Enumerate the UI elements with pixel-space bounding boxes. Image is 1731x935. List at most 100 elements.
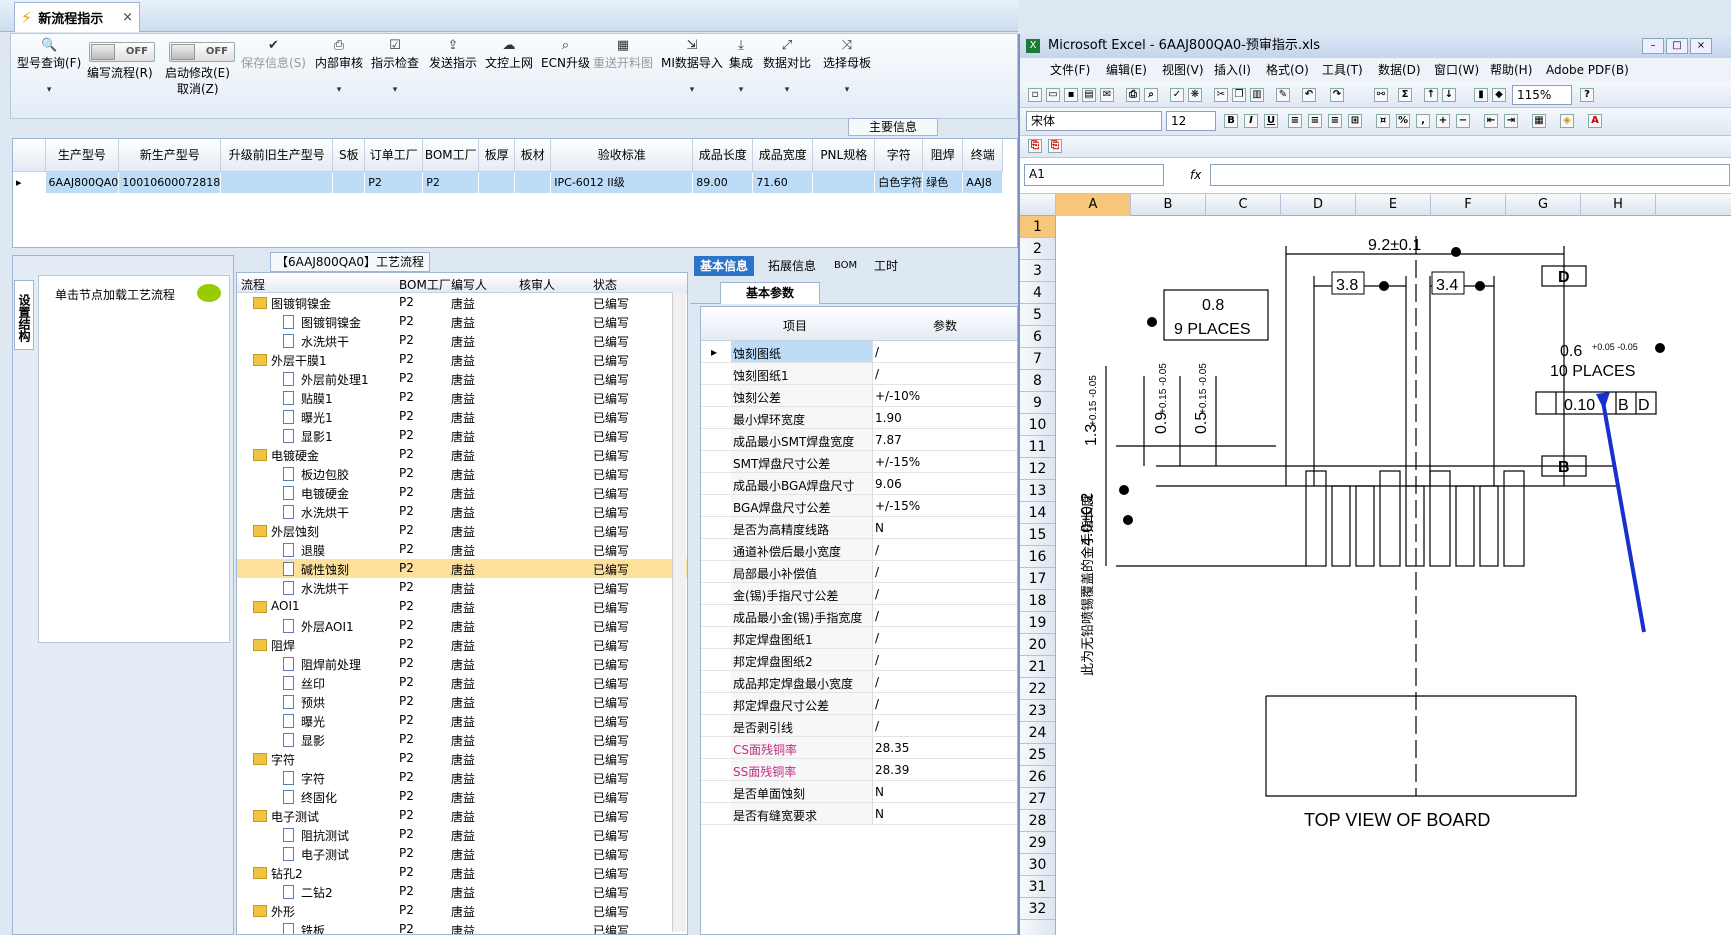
list-item[interactable]: 水洗烘干 P2 唐益 已编写 (237, 331, 687, 350)
list-item[interactable]: 显影1 P2 唐益 已编写 (237, 426, 687, 445)
row-header[interactable]: 21 (1020, 656, 1055, 678)
table-row[interactable]: SS面残铜率 28.39 (701, 759, 1017, 781)
print-icon[interactable]: ⎙ (1126, 88, 1140, 102)
format-painter-icon[interactable]: ✎ (1276, 88, 1290, 102)
column-header[interactable]: D (1281, 194, 1356, 216)
row-header[interactable]: 25 (1020, 744, 1055, 766)
send-button[interactable]: ⇪ 发送指示 (429, 38, 477, 71)
close-icon[interactable]: × (1690, 38, 1712, 54)
currency-icon[interactable]: ¤ (1376, 114, 1390, 128)
align-left-icon[interactable]: ≡ (1288, 114, 1302, 128)
hyperlink-icon[interactable]: ⚯ (1374, 88, 1388, 102)
table-row[interactable]: 是否有缝宽要求 N (701, 803, 1017, 825)
list-item[interactable]: 曝光 P2 唐益 已编写 (237, 711, 687, 730)
zoom-select[interactable]: 115% (1512, 85, 1572, 105)
font-select[interactable]: 宋体 (1026, 111, 1162, 131)
grid-col[interactable]: 验收标准 (550, 139, 694, 172)
row-header[interactable]: 1 (1020, 216, 1055, 238)
row-header[interactable]: 12 (1020, 458, 1055, 480)
help-icon[interactable]: ? (1580, 88, 1594, 102)
table-row[interactable]: 是否单面蚀刻 N (701, 781, 1017, 803)
grid-col[interactable]: 成品宽度 (752, 139, 814, 172)
choose-mother-button[interactable]: ⤨ 选择母板 ▾ (823, 38, 871, 95)
row-header[interactable]: 19 (1020, 612, 1055, 634)
column-header[interactable]: F (1431, 194, 1506, 216)
font-size-select[interactable]: 12 (1166, 111, 1216, 131)
table-row[interactable]: 成品最小金(锡)手指宽度 / (701, 605, 1017, 627)
grid-col[interactable]: 字符 (874, 139, 924, 172)
resend-drawing-button[interactable]: ▦ 重送开料图 (593, 38, 653, 71)
list-item[interactable]: 二钻2 P2 唐益 已编写 (237, 882, 687, 901)
menu-item[interactable]: Adobe PDF(B) (1546, 58, 1629, 82)
grid-col[interactable]: 成品长度 (692, 139, 754, 172)
table-row[interactable]: 金(锡)手指尺寸公差 / (701, 583, 1017, 605)
edit-flow-toggle[interactable]: OFF (89, 42, 155, 62)
list-item[interactable]: 水洗烘干 P2 唐益 已编写 (237, 502, 687, 521)
table-row[interactable]: SMT焊盘尺寸公差 +/-15% (701, 451, 1017, 473)
tab-bom[interactable]: BOM (828, 256, 863, 276)
row-header[interactable]: 16 (1020, 546, 1055, 568)
fx-icon[interactable]: fx (1190, 168, 1201, 182)
list-item[interactable]: 图镀铜镍金 P2 唐益 已编写 (237, 312, 687, 331)
tab-basic-params[interactable]: 基本参数 (720, 282, 820, 304)
menu-item[interactable]: 文件(F) (1050, 58, 1090, 82)
row-header[interactable]: 9 (1020, 392, 1055, 414)
copy-icon[interactable]: ❐ (1232, 88, 1246, 102)
tab-ext-info[interactable]: 拓展信息 (762, 256, 822, 276)
align-center-icon[interactable]: ≡ (1308, 114, 1322, 128)
compare-button[interactable]: ⤢ 数据对比 ▾ (763, 38, 811, 95)
list-item[interactable]: 钻孔2 P2 唐益 已编写 (237, 863, 687, 882)
name-box[interactable]: A1 (1024, 164, 1164, 186)
column-header[interactable]: H (1581, 194, 1656, 216)
start-modify-toggle[interactable]: OFF (169, 42, 235, 62)
undo-icon[interactable]: ↶ (1302, 88, 1316, 102)
sheet-area[interactable]: 9.2±0.1 3.8 3.4 0.8 9 PLACES 0.6 +0.05 -… (1056, 216, 1731, 935)
new-icon[interactable]: ▫ (1028, 88, 1042, 102)
row-header[interactable]: 3 (1020, 260, 1055, 282)
table-row[interactable]: CS面残铜率 28.35 (701, 737, 1017, 759)
upload-web-button[interactable]: ☁ 文控上网 (485, 38, 533, 71)
row-header[interactable]: 7 (1020, 348, 1055, 370)
cut-icon[interactable]: ✂ (1214, 88, 1228, 102)
list-item[interactable]: 外层蚀刻 P2 唐益 已编写 (237, 521, 687, 540)
model-query-button[interactable]: 🔍 型号查询(F) ▾ (17, 38, 81, 95)
row-header[interactable]: 13 (1020, 480, 1055, 502)
mi-import-button[interactable]: ⇲ MI数据导入 ▾ (661, 38, 723, 95)
italic-icon[interactable]: I (1244, 114, 1258, 128)
column-header[interactable]: A (1056, 194, 1131, 216)
row-header[interactable]: 18 (1020, 590, 1055, 612)
grid-col[interactable]: 新生产型号 (118, 139, 222, 172)
list-item[interactable]: 退膜 P2 唐益 已编写 (237, 540, 687, 559)
row-header[interactable]: 10 (1020, 414, 1055, 436)
table-row[interactable]: 是否剥引线 / (701, 715, 1017, 737)
grid-col[interactable]: BOM工厂 (422, 139, 480, 172)
table-row[interactable]: 蚀刻图纸1 / (701, 363, 1017, 385)
menu-item[interactable]: 数据(D) (1378, 58, 1421, 82)
list-item[interactable]: 电子测试 P2 唐益 已编写 (237, 806, 687, 825)
row-header[interactable]: 30 (1020, 854, 1055, 876)
list-item[interactable]: 曝光1 P2 唐益 已编写 (237, 407, 687, 426)
list-item[interactable]: 字符 P2 唐益 已编写 (237, 749, 687, 768)
row-header[interactable]: 5 (1020, 304, 1055, 326)
list-item[interactable]: 水洗烘干 P2 唐益 已编写 (237, 578, 687, 597)
menu-item[interactable]: 工具(T) (1322, 58, 1363, 82)
table-row[interactable]: BGA焊盘尺寸公差 +/-15% (701, 495, 1017, 517)
table-row[interactable]: ▸ 蚀刻图纸 / (701, 341, 1017, 363)
merge-icon[interactable]: ⊞ (1348, 114, 1362, 128)
column-header[interactable]: B (1131, 194, 1206, 216)
list-item[interactable]: 丝印 P2 唐益 已编写 (237, 673, 687, 692)
pdf-icon[interactable]: ⎘ (1028, 139, 1042, 153)
list-item[interactable]: 字符 P2 唐益 已编写 (237, 768, 687, 787)
list-item[interactable]: 终固化 P2 唐益 已编写 (237, 787, 687, 806)
list-item[interactable]: 电镀硬金 P2 唐益 已编写 (237, 445, 687, 464)
bold-icon[interactable]: B (1224, 114, 1238, 128)
table-row[interactable]: 局部最小补偿值 / (701, 561, 1017, 583)
align-right-icon[interactable]: ≡ (1328, 114, 1342, 128)
row-header[interactable]: 22 (1020, 678, 1055, 700)
row-header[interactable]: 6 (1020, 326, 1055, 348)
row-header[interactable]: 4 (1020, 282, 1055, 304)
list-item[interactable]: 电镀硬金 P2 唐益 已编写 (237, 483, 687, 502)
menu-item[interactable]: 插入(I) (1214, 58, 1251, 82)
list-item[interactable]: 碱性蚀刻 P2 唐益 已编写 (237, 559, 687, 578)
table-row[interactable]: 邦定焊盘图纸2 / (701, 649, 1017, 671)
